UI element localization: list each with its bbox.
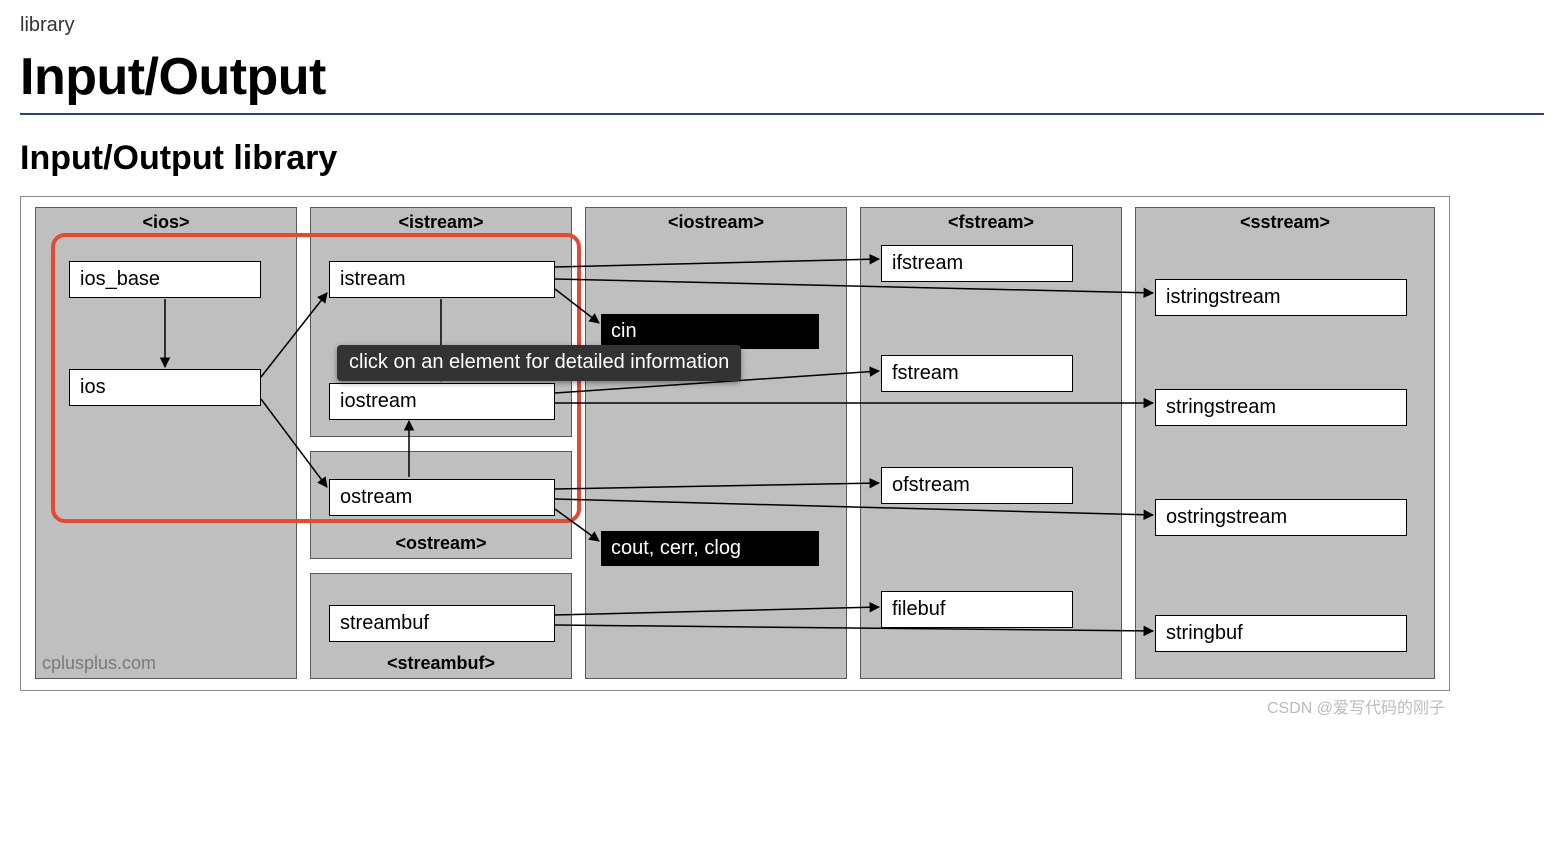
class-iostream[interactable]: iostream: [329, 383, 555, 420]
panel-footer-streambuf: <streambuf>: [311, 651, 571, 676]
class-ios_base[interactable]: ios_base: [69, 261, 261, 298]
panel-header-sstream: <sstream>: [1136, 208, 1434, 237]
class-ifstream[interactable]: ifstream: [881, 245, 1073, 282]
section-title: Input/Output library: [20, 139, 1544, 178]
class-fstream[interactable]: fstream: [881, 355, 1073, 392]
class-stringstream[interactable]: stringstream: [1155, 389, 1407, 426]
panel-header-ios: <ios>: [36, 208, 296, 237]
object-cout-cerr-clog[interactable]: cout, cerr, clog: [601, 531, 819, 566]
page-title: Input/Output: [20, 47, 1544, 107]
class-ofstream[interactable]: ofstream: [881, 467, 1073, 504]
class-stringbuf[interactable]: stringbuf: [1155, 615, 1407, 652]
site-watermark: cplusplus.com: [42, 653, 156, 674]
class-ostringstream[interactable]: ostringstream: [1155, 499, 1407, 536]
breadcrumb[interactable]: library: [20, 14, 1544, 37]
panel-header-fstream: <fstream>: [861, 208, 1121, 237]
object-cin[interactable]: cin: [601, 314, 819, 349]
class-ostream[interactable]: ostream: [329, 479, 555, 516]
class-istringstream[interactable]: istringstream: [1155, 279, 1407, 316]
tooltip: click on an element for detailed informa…: [337, 345, 741, 381]
class-filebuf[interactable]: filebuf: [881, 591, 1073, 628]
panel-sstream: <sstream>: [1135, 207, 1435, 679]
class-streambuf[interactable]: streambuf: [329, 605, 555, 642]
panel-iostream: <iostream>: [585, 207, 847, 679]
iostream-hierarchy-diagram: <ios> cplusplus.com <istream> <ostream> …: [20, 196, 1450, 691]
class-istream[interactable]: istream: [329, 261, 555, 298]
csdn-watermark: CSDN @爱写代码的刚子: [1267, 694, 1445, 718]
class-ios[interactable]: ios: [69, 369, 261, 406]
panel-header-istream: <istream>: [311, 208, 571, 237]
panel-header-iostream: <iostream>: [586, 208, 846, 237]
title-rule: [20, 113, 1544, 115]
panel-footer-ostream: <ostream>: [311, 531, 571, 556]
